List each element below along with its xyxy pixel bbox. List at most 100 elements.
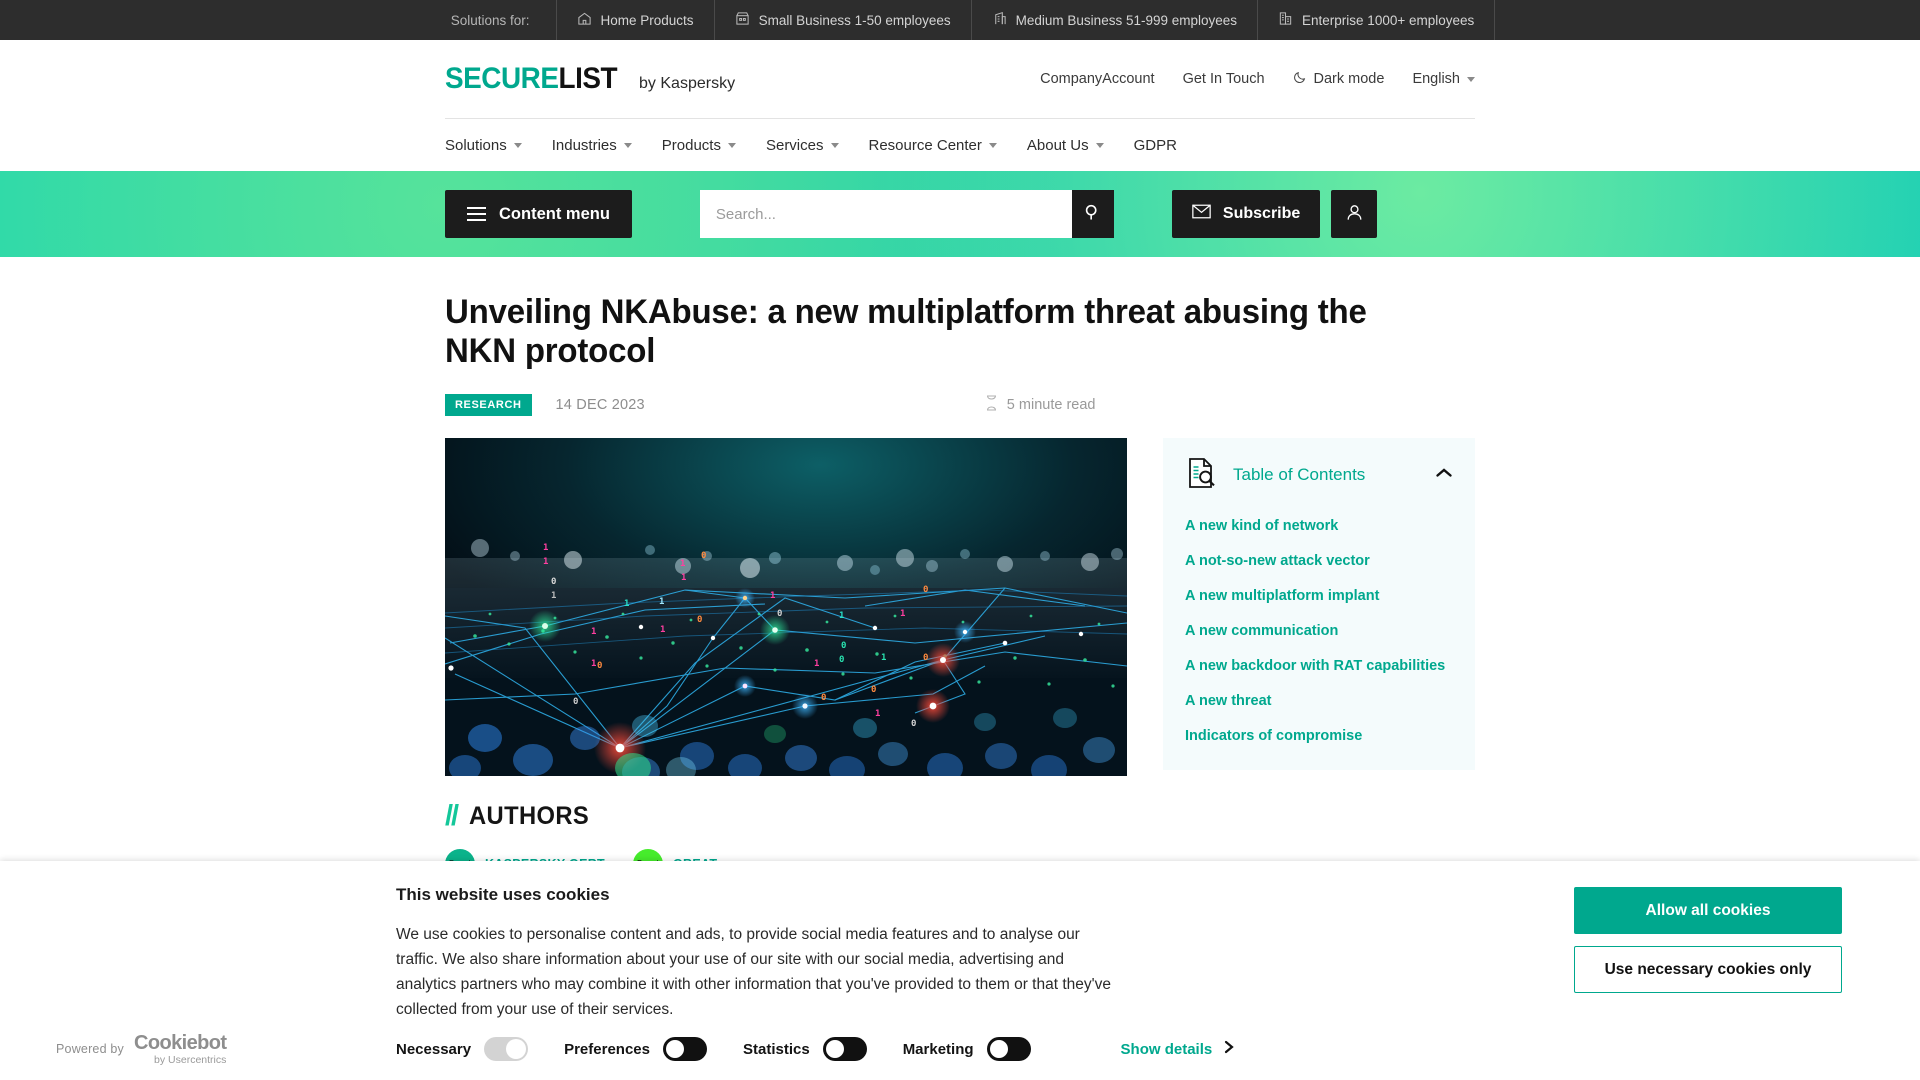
toc-link-backdoor-rat[interactable]: A new backdoor with RAT capabilities	[1185, 658, 1453, 675]
toc-link-attack-vector[interactable]: A not-so-new attack vector	[1185, 553, 1453, 570]
office-building-icon	[992, 11, 1007, 29]
show-details-link[interactable]: Show details	[1121, 1040, 1235, 1058]
svg-text:1: 1	[770, 591, 775, 601]
solutions-topbar: Solutions for: Home Products Small Busin…	[0, 0, 1920, 40]
nav-item-solutions[interactable]: Solutions	[445, 137, 522, 154]
chevron-down-icon	[1467, 76, 1475, 82]
publish-date: 14 DEC 2023	[555, 396, 645, 413]
toc-link-communication[interactable]: A new communication	[1185, 623, 1453, 640]
toc-link-indicators-of-compromise[interactable]: Indicators of compromise	[1185, 728, 1453, 745]
page-root: Solutions for: Home Products Small Busin…	[0, 0, 1920, 1080]
header-link-company-account[interactable]: CompanyAccount	[1040, 71, 1154, 87]
topbar-item-enterprise[interactable]: Enterprise 1000+ employees	[1258, 0, 1494, 40]
svg-text:0: 0	[701, 551, 706, 561]
user-icon	[1345, 203, 1364, 225]
read-time-label: 5 minute read	[1006, 396, 1096, 413]
svg-text:1: 1	[551, 591, 556, 601]
read-time: 5 minute read	[985, 395, 1096, 415]
dark-mode-label: Dark mode	[1313, 71, 1385, 87]
subscribe-button[interactable]: Subscribe	[1171, 190, 1321, 238]
svg-text:0: 0	[923, 653, 928, 663]
account-button[interactable]	[1331, 190, 1378, 238]
svg-text:1: 1	[543, 557, 548, 567]
nav-item-products[interactable]: Products	[662, 137, 736, 154]
search-submit-button[interactable]	[1071, 190, 1114, 238]
use-necessary-cookies-button[interactable]: Use necessary cookies only	[1574, 946, 1842, 993]
header-link-label: Get In Touch	[1182, 71, 1265, 87]
toggle-group-marketing: Marketing	[903, 1037, 1031, 1061]
toc-link-multiplatform-implant[interactable]: A new multiplatform implant	[1185, 588, 1453, 605]
toggle-label: Preferences	[564, 1040, 650, 1058]
chevron-up-icon[interactable]	[1435, 466, 1453, 484]
nav-item-label: Solutions	[445, 136, 507, 154]
toggle-statistics[interactable]	[822, 1037, 867, 1061]
nav-item-label: Services	[765, 136, 824, 154]
svg-text:0: 0	[697, 615, 702, 625]
nav-item-industries[interactable]: Industries	[552, 137, 632, 154]
toc-header[interactable]: Table of Contents	[1185, 456, 1453, 495]
chevron-right-icon	[1224, 1040, 1234, 1058]
allow-all-cookies-button[interactable]: Allow all cookies	[1574, 887, 1842, 934]
header-link-label: CompanyAccount	[1040, 71, 1155, 87]
svg-text:0: 0	[551, 577, 556, 587]
svg-text:0: 0	[839, 655, 844, 665]
topbar-item-medium-business[interactable]: Medium Business 51-999 employees	[972, 0, 1257, 40]
subscribe-label: Subscribe	[1222, 205, 1301, 222]
dark-mode-toggle[interactable]: Dark mode	[1293, 70, 1385, 88]
svg-text:1: 1	[660, 625, 665, 635]
category-badge-research[interactable]: RESEARCH	[445, 393, 532, 416]
search-box	[699, 190, 1114, 238]
logo-primary-text: SECURE	[445, 62, 559, 95]
content-menu-label: Content menu	[499, 204, 610, 223]
svg-text:1: 1	[624, 599, 629, 609]
hamburger-icon	[467, 207, 486, 221]
topbar-item-small-business[interactable]: Small Business 1-50 employees	[715, 0, 971, 40]
chevron-down-icon	[830, 142, 839, 148]
nav-item-services[interactable]: Services	[766, 137, 839, 154]
toc-links: A new kind of network A not-so-new attac…	[1185, 518, 1453, 745]
article-title: Unveiling NKAbuse: a new multiplatform t…	[445, 293, 1367, 371]
search-banner: Content menu Subscr	[0, 171, 1920, 257]
show-details-label: Show details	[1120, 1040, 1213, 1058]
content-menu-button[interactable]: Content menu	[445, 190, 632, 238]
toc-link-new-threat[interactable]: A new threat	[1185, 693, 1453, 710]
svg-text:0: 0	[821, 693, 826, 703]
svg-text:0: 0	[871, 685, 876, 695]
svg-text:1: 1	[591, 659, 596, 669]
nav-item-about-us[interactable]: About Us	[1027, 137, 1104, 154]
toggle-group-preferences: Preferences	[564, 1037, 707, 1061]
nav-item-label: About Us	[1026, 136, 1089, 154]
topbar-item-label: Medium Business 51-999 employees	[1015, 12, 1238, 28]
nav-item-resource-center[interactable]: Resource Center	[869, 137, 997, 154]
cookie-heading: This website uses cookies	[396, 885, 610, 904]
section-slash-decoration: //	[445, 799, 459, 832]
securelist-logo[interactable]: SECURELIST by Kaspersky	[445, 62, 735, 96]
toc-link-network[interactable]: A new kind of network	[1185, 518, 1453, 535]
svg-text:1: 1	[591, 627, 596, 637]
svg-text:0: 0	[911, 719, 916, 729]
solutions-for-label: Solutions for:	[450, 12, 530, 28]
svg-text:1: 1	[900, 609, 905, 619]
nav-item-label: GDPR	[1133, 136, 1177, 154]
toggle-preferences[interactable]	[662, 1037, 707, 1061]
nav-item-gdpr[interactable]: GDPR	[1134, 137, 1177, 154]
article-section: Unveiling NKAbuse: a new multiplatform t…	[445, 257, 1475, 776]
powered-by-label: Powered by	[56, 1042, 125, 1056]
header-link-get-in-touch[interactable]: Get In Touch	[1183, 71, 1265, 87]
cookiebot-attribution[interactable]: Powered by Cookiebot by Usercentrics	[56, 1033, 396, 1066]
chevron-down-icon	[1095, 142, 1104, 148]
svg-text:0: 0	[597, 661, 602, 671]
search-input[interactable]	[699, 190, 1072, 238]
nav-item-label: Resource Center	[868, 136, 982, 154]
chevron-down-icon	[727, 142, 736, 148]
table-of-contents-panel: Table of Contents A new kind of network …	[1163, 437, 1475, 771]
svg-text:1: 1	[681, 573, 686, 583]
chevron-down-icon	[623, 142, 632, 148]
search-icon	[1083, 203, 1102, 225]
toggle-marketing[interactable]	[986, 1037, 1031, 1061]
topbar-item-home-products[interactable]: Home Products	[557, 0, 714, 40]
svg-text:1: 1	[659, 597, 664, 607]
language-label: English	[1412, 71, 1460, 87]
cookie-body-text: We use cookies to personalise content an…	[396, 926, 1111, 1019]
language-selector[interactable]: English	[1412, 71, 1475, 87]
